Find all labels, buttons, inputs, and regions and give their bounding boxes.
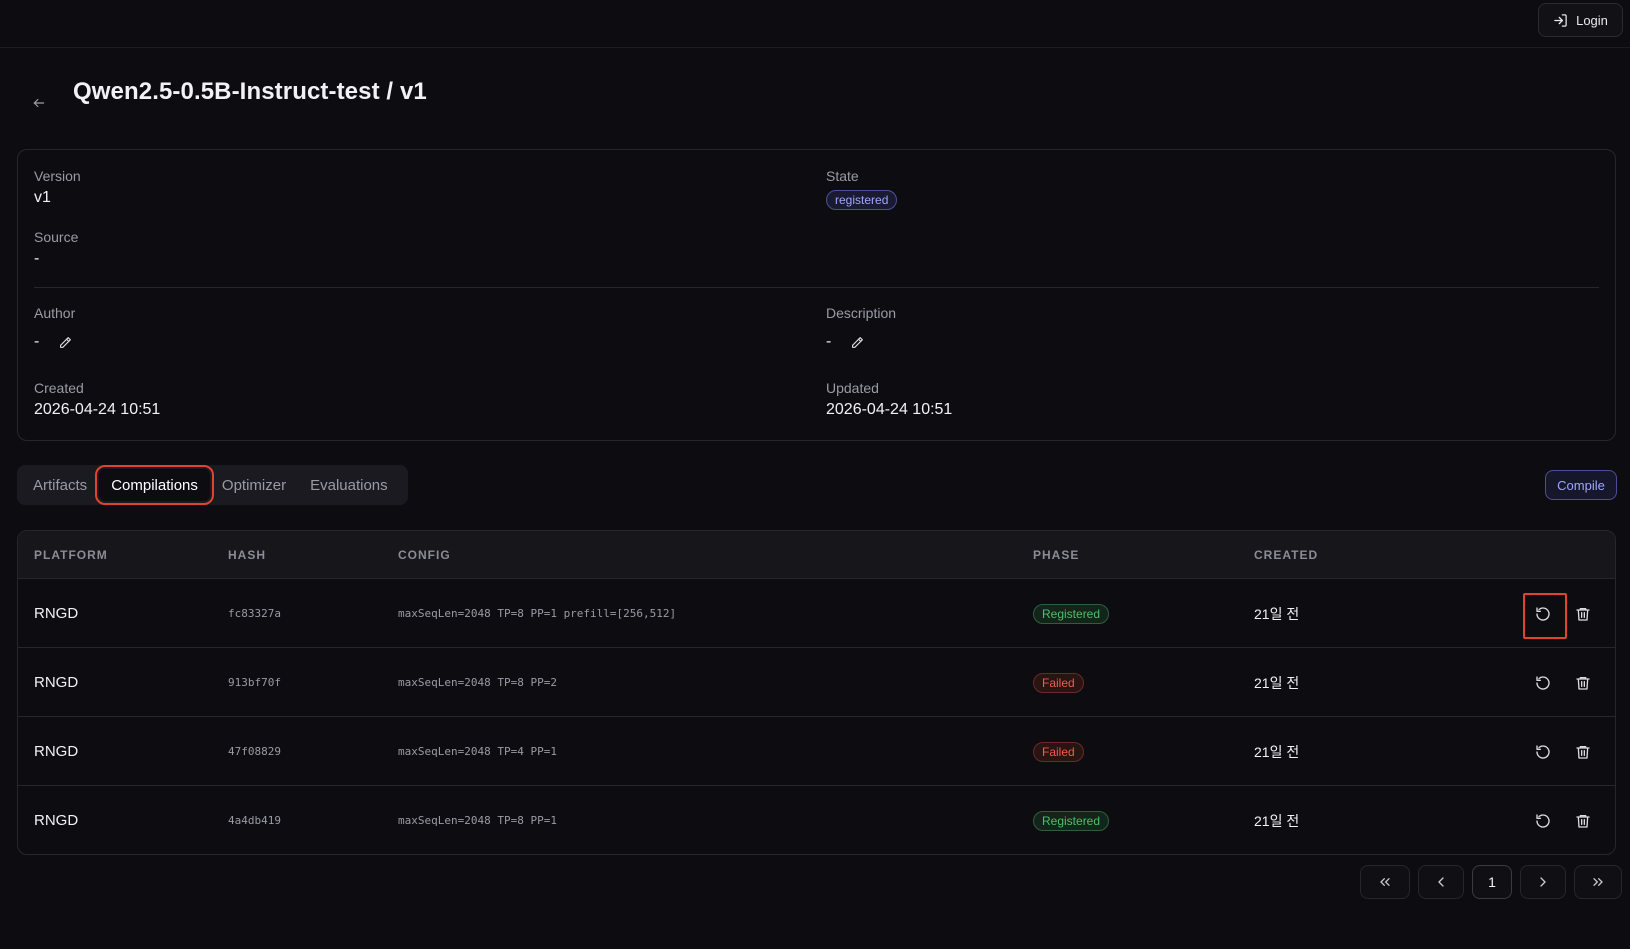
refresh-icon bbox=[1535, 675, 1551, 691]
delete-button[interactable] bbox=[1563, 579, 1603, 648]
pencil-icon[interactable] bbox=[851, 336, 864, 349]
updated-label: Updated bbox=[826, 380, 879, 396]
tab-optimizer[interactable]: Optimizer bbox=[210, 469, 298, 501]
created-cell: 21일 전 bbox=[1254, 812, 1300, 829]
refresh-icon bbox=[1535, 744, 1551, 760]
trash-icon bbox=[1575, 606, 1591, 622]
created-field: Created 2026-04-24 10:51 bbox=[34, 380, 160, 419]
page-number-button[interactable]: 1 bbox=[1472, 865, 1512, 899]
description-field: Description - bbox=[826, 305, 896, 351]
chevrons-right-icon bbox=[1593, 878, 1603, 886]
author-value: - bbox=[34, 333, 40, 350]
source-label: Source bbox=[34, 229, 79, 245]
login-button[interactable]: Login bbox=[1538, 3, 1623, 37]
description-label: Description bbox=[826, 305, 897, 321]
phase-badge: Registered bbox=[1033, 603, 1110, 624]
config-cell: maxSeqLen=2048 TP=8 PP=1 bbox=[398, 814, 557, 827]
retry-button[interactable] bbox=[1523, 579, 1567, 648]
hash-cell: 913bf70f bbox=[228, 676, 281, 689]
platform-cell: RNGD bbox=[34, 605, 79, 622]
hash-cell: fc83327a bbox=[228, 607, 281, 620]
trash-icon bbox=[1575, 744, 1591, 760]
retry-button[interactable] bbox=[1523, 648, 1563, 717]
phase-cell: Registered bbox=[1033, 786, 1110, 854]
state-field: State registered bbox=[826, 168, 898, 210]
refresh-icon bbox=[1535, 813, 1551, 829]
column-header-platform: PLATFORM bbox=[34, 548, 108, 562]
pagination: 1 bbox=[1360, 865, 1622, 899]
updated-value: 2026-04-24 10:51 bbox=[826, 401, 953, 418]
platform-cell: RNGD bbox=[34, 674, 79, 691]
retry-button[interactable] bbox=[1523, 786, 1563, 854]
column-header-created: CREATED bbox=[1254, 548, 1319, 562]
phase-cell: Registered bbox=[1033, 579, 1110, 648]
info-divider bbox=[34, 287, 1599, 288]
retry-button[interactable] bbox=[1523, 717, 1563, 786]
tab-compilations[interactable]: Compilations bbox=[95, 465, 214, 505]
column-header-phase: PHASE bbox=[1033, 548, 1080, 562]
delete-button[interactable] bbox=[1563, 648, 1603, 717]
table-row: RNGD 913bf70f maxSeqLen=2048 TP=8 PP=2 Fail… bbox=[18, 648, 1615, 717]
state-badge: registered bbox=[826, 190, 898, 210]
tab-evaluations[interactable]: Evaluations bbox=[298, 469, 400, 501]
author-field: Author - bbox=[34, 305, 75, 351]
created-cell: 21일 전 bbox=[1254, 743, 1300, 760]
created-cell: 21일 전 bbox=[1254, 674, 1300, 691]
table-header: PLATFORM HASH CONFIG PHASE CREATED bbox=[18, 531, 1615, 579]
chevron-right-icon bbox=[1540, 877, 1546, 887]
state-label: State bbox=[826, 168, 859, 184]
login-label: Login bbox=[1576, 12, 1608, 28]
config-cell: maxSeqLen=2048 TP=8 PP=1 prefill=[256,51… bbox=[398, 607, 677, 620]
compilations-table: PLATFORM HASH CONFIG PHASE CREATED RNGD f… bbox=[17, 530, 1616, 855]
delete-button[interactable] bbox=[1563, 717, 1603, 786]
created-cell: 21일 전 bbox=[1254, 605, 1300, 622]
column-header-config: CONFIG bbox=[398, 548, 451, 562]
trash-icon bbox=[1575, 813, 1591, 829]
table-row: RNGD 4a4db419 maxSeqLen=2048 TP=8 PP=1 Regi… bbox=[18, 786, 1615, 854]
hash-cell: 47f08829 bbox=[228, 745, 281, 758]
platform-cell: RNGD bbox=[34, 812, 79, 829]
version-value: v1 bbox=[34, 189, 51, 206]
arrow-left-icon bbox=[33, 98, 45, 108]
login-icon bbox=[1554, 13, 1567, 27]
hash-cell: 4a4db419 bbox=[228, 814, 281, 827]
trash-icon bbox=[1575, 675, 1591, 691]
phase-badge: Failed bbox=[1033, 741, 1084, 762]
version-label: Version bbox=[34, 168, 81, 184]
delete-button[interactable] bbox=[1563, 786, 1603, 854]
pencil-icon[interactable] bbox=[59, 336, 72, 349]
updated-field: Updated 2026-04-24 10:51 bbox=[826, 380, 952, 419]
chevrons-left-icon bbox=[1380, 878, 1390, 886]
last-page-button[interactable] bbox=[1574, 865, 1622, 899]
chevron-left-icon bbox=[1438, 877, 1444, 887]
source-field: Source - bbox=[34, 229, 78, 268]
version-info-card: Version v1 State registered Source - Aut… bbox=[17, 149, 1616, 441]
created-value: 2026-04-24 10:51 bbox=[34, 401, 161, 418]
back-button[interactable] bbox=[29, 93, 49, 113]
config-cell: maxSeqLen=2048 TP=8 PP=2 bbox=[398, 676, 557, 689]
column-header-hash: HASH bbox=[228, 548, 267, 562]
phase-badge: Failed bbox=[1033, 672, 1084, 693]
table-row: RNGD fc83327a maxSeqLen=2048 TP=8 PP=1 pre… bbox=[18, 579, 1615, 648]
config-cell: maxSeqLen=2048 TP=4 PP=1 bbox=[398, 745, 557, 758]
page-title: Qwen2.5-0.5B-Instruct-test / v1 bbox=[73, 78, 427, 105]
description-value: - bbox=[826, 333, 832, 350]
next-page-button[interactable] bbox=[1520, 865, 1566, 899]
phase-cell: Failed bbox=[1033, 717, 1084, 786]
source-value: - bbox=[34, 250, 40, 267]
author-label: Author bbox=[34, 305, 76, 321]
phase-badge: Registered bbox=[1033, 810, 1110, 831]
table-row: RNGD 47f08829 maxSeqLen=2048 TP=4 PP=1 Fail… bbox=[18, 717, 1615, 786]
created-label: Created bbox=[34, 380, 84, 396]
tab-artifacts[interactable]: Artifacts bbox=[21, 469, 99, 501]
version-field: Version v1 bbox=[34, 168, 81, 207]
compile-button[interactable]: Compile bbox=[1545, 470, 1617, 500]
first-page-button[interactable] bbox=[1360, 865, 1410, 899]
top-bar: Login bbox=[0, 0, 1630, 48]
previous-page-button[interactable] bbox=[1418, 865, 1464, 899]
platform-cell: RNGD bbox=[34, 743, 79, 760]
refresh-icon bbox=[1535, 606, 1551, 622]
phase-cell: Failed bbox=[1033, 648, 1084, 717]
tab-bar: Artifacts Compilations Optimizer Evaluat… bbox=[17, 465, 408, 505]
